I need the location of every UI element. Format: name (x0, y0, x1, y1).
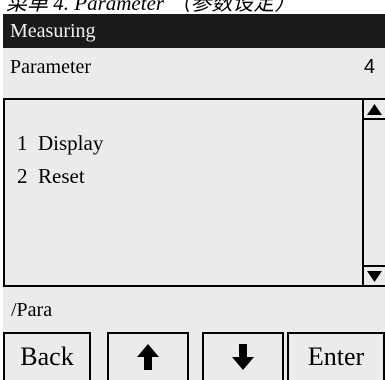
document-caption: 菜单 4. Parameter （参数设定） (6, 0, 296, 13)
back-button[interactable]: Back (3, 332, 91, 380)
menu-item-display[interactable]: 1 Display (17, 127, 103, 160)
back-button-label: Back (20, 342, 74, 371)
menu-list: 1 Display 2 Reset (3, 98, 385, 287)
menu-path-text: /Para (11, 299, 53, 321)
up-button[interactable] (107, 332, 189, 380)
scroll-up-button[interactable] (364, 100, 385, 120)
triangle-up-icon (367, 104, 382, 115)
menu-title: Parameter (10, 56, 92, 78)
scroll-down-button[interactable] (364, 265, 385, 285)
enter-button-label: Enter (307, 342, 365, 371)
device-screen: Measuring Parameter 4 1 Display 2 Reset … (3, 14, 385, 380)
menu-item-reset[interactable]: 2 Reset (17, 160, 103, 193)
down-button[interactable] (202, 332, 284, 380)
enter-button[interactable]: Enter (287, 332, 385, 380)
mode-title: Measuring (10, 20, 96, 42)
menu-items: 1 Display 2 Reset (17, 127, 103, 193)
softkey-bar: Back Enter (3, 332, 385, 380)
menu-number: 4 (363, 56, 375, 78)
triangle-down-icon (367, 271, 382, 282)
arrow-up-icon (137, 344, 159, 370)
menu-scrollbar[interactable] (362, 100, 385, 285)
menu-path: /Para (3, 287, 385, 327)
mode-title-bar: Measuring (3, 14, 385, 48)
arrow-down-icon (232, 344, 254, 370)
